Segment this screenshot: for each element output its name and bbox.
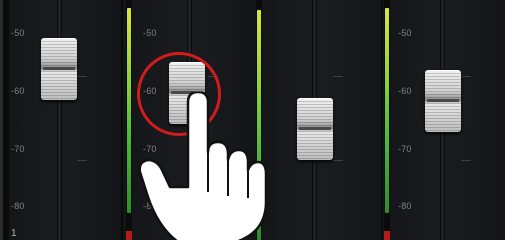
fader-cap-3[interactable] [297, 98, 333, 160]
channel-strip-1: -50 -60 -70 -80 1 [3, 0, 121, 240]
scale-label-minus-60: -60 [11, 86, 25, 96]
scale-label-minus-60: -60 [398, 86, 412, 96]
channel-strip-3 [255, 0, 387, 240]
scale-label-minus-70: -70 [398, 144, 412, 154]
level-meter [126, 0, 132, 240]
channel-number: 1 [11, 228, 17, 239]
scale-label-minus-80: -80 [398, 201, 412, 211]
mixer-panel: -50 -60 -70 -80 1 -50 -60 -70 -80 -50 -6… [0, 0, 505, 240]
fader-track [57, 0, 62, 240]
fader-cap-1[interactable] [41, 38, 77, 100]
scale-label-minus-50: -50 [398, 28, 412, 38]
scale-tick [461, 76, 471, 77]
clip-indicator [126, 231, 132, 240]
scale-label-minus-80: -80 [11, 201, 25, 211]
scale-label-minus-50: -50 [143, 28, 157, 38]
meter-fill [127, 8, 131, 213]
hand-pointer-icon [138, 90, 268, 240]
channel-strip-4: -50 -60 -70 -80 [383, 0, 505, 240]
scale-tick [333, 76, 343, 77]
scale-tick [333, 160, 343, 161]
scale-label-minus-70: -70 [11, 144, 25, 154]
level-meter [3, 0, 9, 240]
level-meter [384, 0, 390, 240]
fader-cap-4[interactable] [425, 70, 461, 132]
scale-tick [77, 160, 87, 161]
scale-tick [77, 76, 87, 77]
scale-label-minus-50: -50 [11, 28, 25, 38]
clip-indicator [384, 231, 390, 240]
scale-tick [461, 160, 471, 161]
meter-fill [385, 8, 389, 213]
